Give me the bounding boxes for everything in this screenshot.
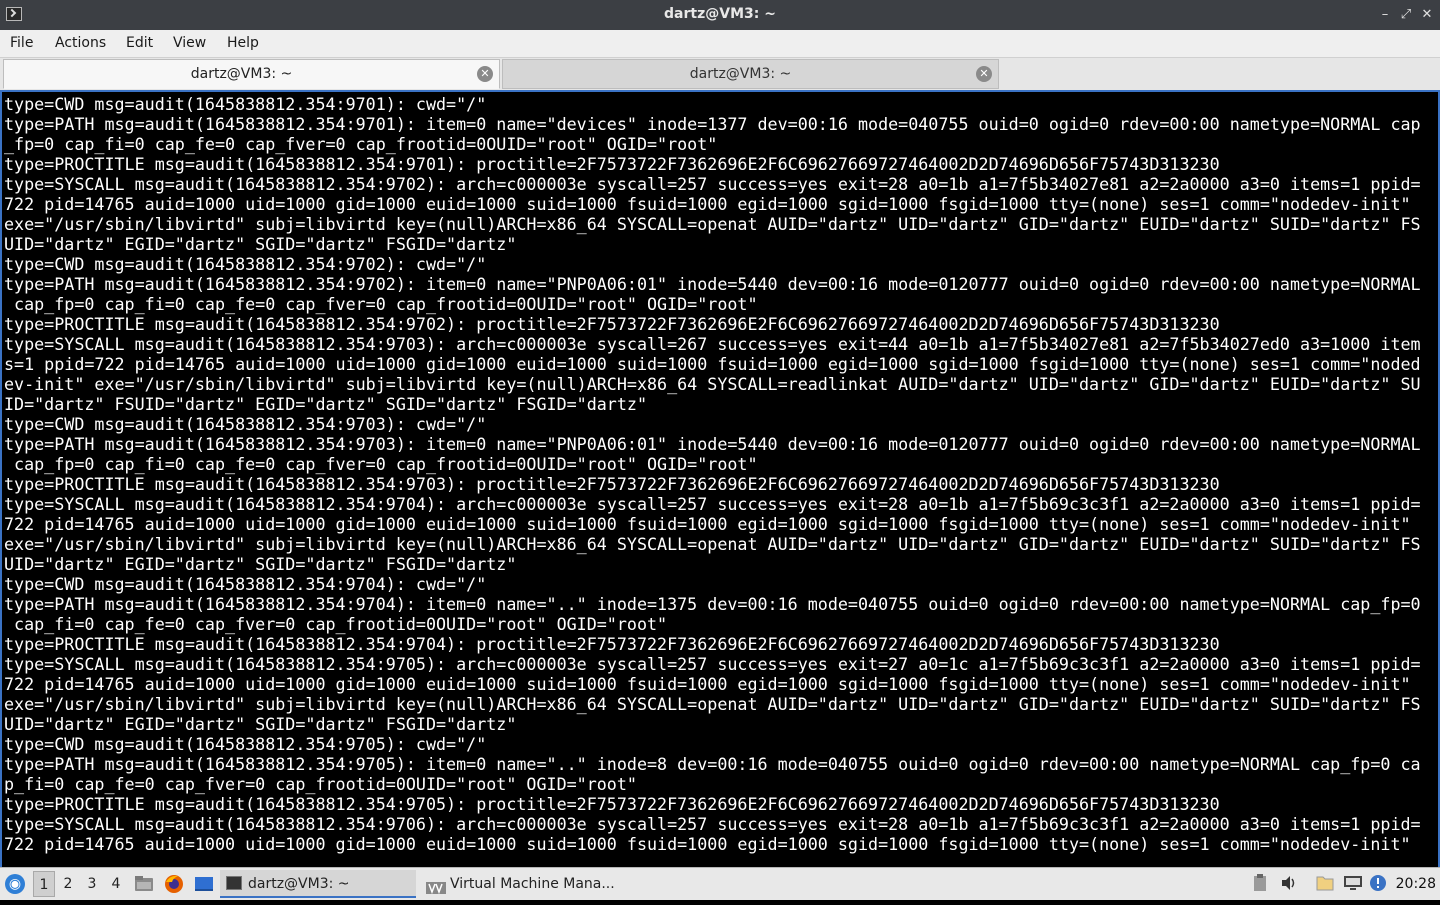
window-titlebar[interactable]: dartz@VM3: ~ – ⤢ ✕ — [0, 0, 1440, 30]
terminal-line: ID="dartz" FSUID="dartz" EGID="dartz" SG… — [4, 394, 647, 414]
terminal-line: type=PROCTITLE msg=audit(1645838812.354:… — [4, 314, 1220, 334]
terminal-area[interactable]: type=CWD msg=audit(1645838812.354:9701):… — [0, 90, 1440, 867]
terminal-line: p_fi=0 cap_fe=0 cap_fver=0 cap_frootid=0… — [4, 774, 637, 794]
firefox-icon[interactable] — [164, 874, 184, 894]
terminal-line: exe="/usr/sbin/libvirtd" subj=libvirtd k… — [4, 534, 1421, 554]
taskbar: ◉ 1 2 3 4 dartz@VM3: ~ Virtual Machine M… — [0, 867, 1440, 900]
terminal-line: 722 pid=14765 auid=1000 uid=1000 gid=100… — [4, 834, 1411, 854]
start-menu-icon[interactable]: ◉ — [5, 874, 25, 894]
terminal-line: type=SYSCALL msg=audit(1645838812.354:97… — [4, 814, 1421, 834]
menubar: File Actions Edit View Help — [0, 30, 1440, 58]
terminal-line: type=PATH msg=audit(1645838812.354:9702)… — [4, 274, 1421, 294]
terminal-line: type=PATH msg=audit(1645838812.354:9701)… — [4, 114, 1421, 134]
terminal-line: cap_fp=0 cap_fi=0 cap_fe=0 cap_fver=0 ca… — [4, 294, 758, 314]
window-title: dartz@VM3: ~ — [664, 6, 776, 22]
workspace-4[interactable]: 4 — [105, 871, 127, 897]
removable-media-icon[interactable] — [1315, 874, 1335, 894]
desktop-icon[interactable] — [194, 874, 214, 894]
tab-terminal-2[interactable]: dartz@VM3: ~ ✕ — [502, 59, 999, 89]
tab-terminal-1[interactable]: dartz@VM3: ~ ✕ — [3, 59, 500, 89]
close-window-button[interactable]: ✕ — [1418, 6, 1436, 24]
workspace-2[interactable]: 2 — [57, 871, 79, 897]
terminal-line: cap_fi=0 cap_fe=0 cap_fver=0 cap_frootid… — [4, 614, 668, 634]
minimize-button[interactable]: – — [1376, 6, 1394, 24]
tab-label: dartz@VM3: ~ — [190, 66, 293, 82]
terminal-line: type=SYSCALL msg=audit(1645838812.354:97… — [4, 494, 1421, 514]
terminal-line: type=PROCTITLE msg=audit(1645838812.354:… — [4, 474, 1220, 494]
terminal-output: type=CWD msg=audit(1645838812.354:9701):… — [2, 92, 1438, 854]
terminal-line: type=CWD msg=audit(1645838812.354:9705):… — [4, 734, 487, 754]
tab-close-icon[interactable]: ✕ — [976, 66, 992, 82]
terminal-line: type=CWD msg=audit(1645838812.354:9704):… — [4, 574, 487, 594]
terminal-line: type=SYSCALL msg=audit(1645838812.354:97… — [4, 174, 1421, 194]
terminal-line: UID="dartz" EGID="dartz" SGID="dartz" FS… — [4, 234, 517, 254]
terminal-line: type=PATH msg=audit(1645838812.354:9704)… — [4, 594, 1421, 614]
terminal-line: type=PROCTITLE msg=audit(1645838812.354:… — [4, 794, 1220, 814]
terminal-line: UID="dartz" EGID="dartz" SGID="dartz" FS… — [4, 554, 517, 574]
maximize-button[interactable]: ⤢ — [1397, 6, 1415, 24]
task-label: Virtual Machine Mana... — [450, 876, 615, 892]
tab-label: dartz@VM3: ~ — [689, 66, 792, 82]
terminal-line: type=CWD msg=audit(1645838812.354:9701):… — [4, 94, 487, 114]
clock[interactable]: 20:28 — [1396, 876, 1436, 892]
file-manager-icon[interactable] — [134, 874, 154, 894]
terminal-line: type=SYSCALL msg=audit(1645838812.354:97… — [4, 334, 1421, 354]
terminal-line: type=SYSCALL msg=audit(1645838812.354:97… — [4, 654, 1421, 674]
terminal-line: UID="dartz" EGID="dartz" SGID="dartz" FS… — [4, 714, 517, 734]
terminal-line: s=1 ppid=722 pid=14765 auid=1000 uid=100… — [4, 354, 1421, 374]
workspace-1[interactable]: 1 — [33, 871, 55, 897]
menu-edit[interactable]: Edit — [126, 35, 153, 51]
workspace-3[interactable]: 3 — [81, 871, 103, 897]
terminal-line: type=PROCTITLE msg=audit(1645838812.354:… — [4, 154, 1220, 174]
terminal-icon — [226, 876, 242, 890]
terminal-line: _fp=0 cap_fi=0 cap_fe=0 cap_fver=0 cap_f… — [4, 134, 718, 154]
update-notifier-icon[interactable] — [1368, 874, 1388, 894]
terminal-line: type=PROCTITLE msg=audit(1645838812.354:… — [4, 634, 1220, 654]
terminal-line: type=PATH msg=audit(1645838812.354:9705)… — [4, 754, 1421, 774]
terminal-line: type=CWD msg=audit(1645838812.354:9703):… — [4, 414, 487, 434]
menu-help[interactable]: Help — [227, 35, 259, 51]
tab-close-icon[interactable]: ✕ — [477, 66, 493, 82]
terminal-line: 722 pid=14765 auid=1000 uid=1000 gid=100… — [4, 194, 1411, 214]
virt-manager-icon — [426, 877, 446, 895]
terminal-line: 722 pid=14765 auid=1000 uid=1000 gid=100… — [4, 674, 1411, 694]
volume-icon[interactable] — [1279, 874, 1299, 894]
menu-file[interactable]: File — [10, 35, 33, 51]
menu-actions[interactable]: Actions — [55, 35, 106, 51]
terminal-line: type=CWD msg=audit(1645838812.354:9702):… — [4, 254, 487, 274]
task-label: dartz@VM3: ~ — [248, 876, 350, 892]
terminal-line: 722 pid=14765 auid=1000 uid=1000 gid=100… — [4, 514, 1411, 534]
terminal-line: type=PATH msg=audit(1645838812.354:9703)… — [4, 434, 1421, 454]
task-virtual-machine-manager[interactable]: Virtual Machine Mana... — [422, 870, 622, 898]
terminal-line: exe="/usr/sbin/libvirtd" subj=libvirtd k… — [4, 694, 1421, 714]
terminal-line: cap_fp=0 cap_fi=0 cap_fe=0 cap_fver=0 ca… — [4, 454, 758, 474]
terminal-line: exe="/usr/sbin/libvirtd" subj=libvirtd k… — [4, 214, 1421, 234]
clipboard-icon[interactable] — [1250, 874, 1270, 894]
tab-bar: dartz@VM3: ~ ✕ dartz@VM3: ~ ✕ — [0, 58, 1440, 90]
menu-view[interactable]: View — [173, 35, 206, 51]
terminal-line: ev-init" exe="/usr/sbin/libvirtd" subj=l… — [4, 374, 1421, 394]
task-terminal[interactable]: dartz@VM3: ~ — [220, 870, 416, 898]
network-icon[interactable] — [1343, 874, 1363, 894]
